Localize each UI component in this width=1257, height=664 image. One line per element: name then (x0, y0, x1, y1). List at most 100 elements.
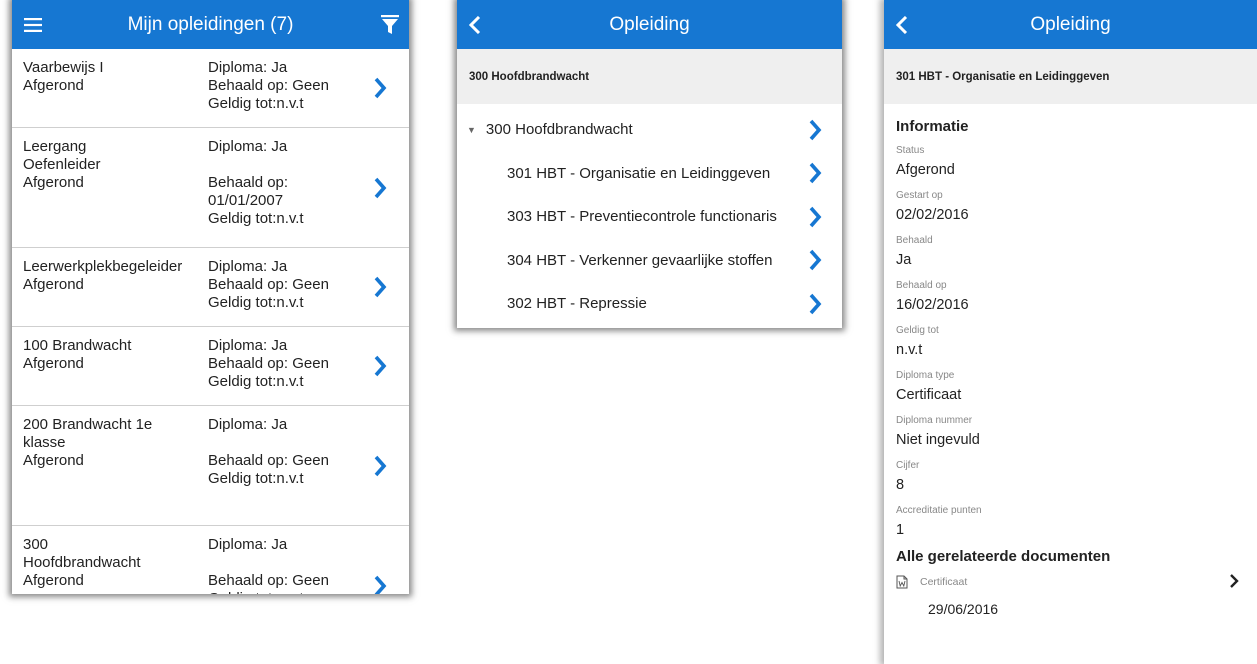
chevron-right-icon (373, 77, 387, 104)
course-stats: Diploma: JaBehaald op: GeenGeldig tot:n.… (208, 337, 368, 391)
geldig-text: Geldig tot:n.v.t (208, 210, 304, 227)
course-stats: Diploma: JaBehaald op: GeenGeldig tot:n.… (208, 416, 368, 488)
behaald-text: Behaald op: Geen (208, 452, 329, 469)
field-value: 02/02/2016 (896, 207, 969, 223)
navbar: Opleiding (884, 0, 1257, 49)
field-label: Diploma type (896, 370, 955, 381)
menu-button[interactable] (24, 0, 42, 49)
course-stats: Diploma: Ja Behaald op: 01/01/2007 Geldig … (208, 138, 368, 228)
chevron-right-icon (1229, 573, 1239, 594)
chevron-right-icon (373, 276, 387, 303)
filter-icon (381, 14, 399, 34)
behaald-text: Behaald op: Geen (208, 276, 329, 293)
course-tree-screen: Opleiding 300 Hoofdbrandwacht ▼ 300 Hoof… (457, 0, 842, 328)
behaald-text: Behaald op: Geen (208, 572, 329, 589)
navbar: Mijn opleidingen (7) (12, 0, 409, 49)
detail-field: Behaald op 16/02/2016 (896, 280, 1245, 314)
course-subheader: 301 HBT - Organisatie en Leidinggeven (884, 49, 1257, 104)
course-stats: Diploma: JaBehaald op: GeenGeldig tot:n.… (208, 258, 368, 312)
chevron-right-icon (808, 206, 822, 232)
chevron-right-icon (373, 177, 387, 204)
tree-root-item[interactable]: ▼ 300 Hoofdbrandwacht (457, 108, 842, 152)
courses-list-screen: Mijn opleidingen (7) Vaarbewijs I Afgero… (12, 0, 409, 594)
field-value: Ja (896, 252, 912, 268)
field-value: 1 (896, 522, 905, 538)
back-button[interactable] (896, 0, 908, 49)
tree-child-item[interactable]: 302 HBT - Repressie (457, 282, 842, 326)
course-row[interactable]: Leerwerkplekbegeleider Afgerond Diploma: … (12, 248, 409, 327)
back-chevron-icon (896, 15, 908, 34)
detail-field: Status Afgerond (896, 145, 1245, 179)
tree-root-label: 300 Hoofdbrandwacht (485, 121, 633, 139)
diploma-text: Diploma: Ja (208, 337, 288, 354)
behaald-text: Behaald op: 01/01/2007 (208, 174, 289, 209)
course-name: 100 Brandwacht Afgerond (23, 337, 132, 372)
field-label: Geldig tot (896, 325, 939, 336)
field-value: Certificaat (896, 387, 962, 403)
course-detail-screen: Opleiding 301 HBT - Organisatie en Leidi… (884, 0, 1257, 664)
detail-field: Behaald Ja (896, 235, 1245, 269)
course-subheader: 300 Hoofdbrandwacht (457, 49, 842, 104)
course-row[interactable]: Leergang Oefenleider Afgerond Diploma: Ja… (12, 128, 409, 248)
behaald-text: Behaald op: Geen (208, 77, 329, 94)
geldig-text: Geldig tot:n.v.t (208, 294, 304, 311)
field-value: Niet ingevuld (896, 432, 980, 448)
field-value: Afgerond (896, 162, 955, 178)
course-stats: Diploma: Ja Behaald op: GeenGeldig tot:n.… (208, 536, 368, 594)
detail-field: Diploma type Certificaat (896, 370, 1245, 404)
tree-child-label: 301 HBT - Organisatie en Leidinggeven (507, 164, 771, 182)
tree-child-label: 302 HBT - Repressie (507, 295, 647, 313)
detail-field: Diploma nummer Niet ingevuld (896, 415, 1245, 449)
filter-button[interactable] (381, 0, 399, 49)
document-date: 29/06/2016 (928, 601, 999, 617)
field-label: Gestart op (896, 190, 943, 201)
chevron-right-icon (808, 119, 822, 145)
info-section-title: Informatie (896, 118, 969, 135)
course-row[interactable]: 300 Hoofdbrandwacht Afgerond Diploma: Ja B… (12, 526, 409, 594)
course-row[interactable]: 100 Brandwacht Afgerond Diploma: Ja Behaal… (12, 327, 409, 406)
chevron-right-icon (808, 249, 822, 275)
chevron-right-icon (373, 355, 387, 382)
chevron-right-icon (808, 293, 822, 319)
field-label: Behaald (896, 235, 933, 246)
chevron-right-icon (808, 162, 822, 188)
document-row[interactable]: Certificaat (896, 569, 1245, 595)
tree-child-item[interactable]: 304 HBT - Verkenner gevaarlijke stoffen (457, 239, 842, 283)
document-word-icon (896, 575, 908, 589)
field-label: Cijfer (896, 460, 920, 471)
tree-child-label: 303 HBT - Preventiecontrole functionaris (507, 208, 777, 226)
course-row[interactable]: 200 Brandwacht 1e klasse Afgerond Diploma… (12, 406, 409, 526)
course-row[interactable]: Vaarbewijs I Afgerond Diploma: Ja Behaald … (12, 49, 409, 128)
field-label: Status (896, 145, 925, 156)
diploma-text: Diploma: Ja (208, 138, 288, 155)
detail-field: Geldig tot n.v.t (896, 325, 1245, 359)
caret-down-icon[interactable]: ▼ (467, 125, 476, 135)
field-label: Accreditatie punten (896, 505, 982, 516)
diploma-text: Diploma: Ja (208, 416, 288, 433)
course-name: Vaarbewijs I Afgerond (23, 59, 104, 94)
diploma-text: Diploma: Ja (208, 59, 288, 76)
page-title: Mijn opleidingen (7) (127, 13, 294, 35)
geldig-text: Geldig tot:n.v.t (208, 373, 304, 390)
geldig-text: Geldig tot:n.v.t (208, 590, 368, 594)
chevron-right-icon (373, 455, 387, 482)
chevron-right-icon (373, 575, 387, 594)
field-value: n.v.t (896, 342, 923, 358)
documents-section-title: Alle gerelateerde documenten (896, 548, 1111, 565)
back-button[interactable] (469, 0, 481, 49)
field-label: Behaald op (896, 280, 947, 291)
course-stats: Diploma: JaBehaald op: GeenGeldig tot:n.… (208, 59, 368, 113)
diploma-text: Diploma: Ja (208, 258, 288, 275)
field-value: 16/02/2016 (896, 297, 969, 313)
back-chevron-icon (469, 15, 481, 34)
document-name: Certificaat (920, 576, 968, 588)
tree-child-item[interactable]: 303 HBT - Preventiecontrole functionaris (457, 195, 842, 239)
diploma-text: Diploma: Ja (208, 536, 288, 553)
tree-child-label: 304 HBT - Verkenner gevaarlijke stoffen (507, 251, 773, 269)
detail-fields: Status Afgerond Gestart op 02/02/2016 Behaal… (896, 145, 1245, 539)
course-name: Leergang Oefenleider Afgerond (23, 138, 101, 191)
menu-icon (24, 17, 42, 32)
navbar: Opleiding (457, 0, 842, 49)
course-list: Vaarbewijs I Afgerond Diploma: Ja Behaald … (12, 49, 409, 594)
tree-child-item[interactable]: 301 HBT - Organisatie en Leidinggeven (457, 152, 842, 196)
